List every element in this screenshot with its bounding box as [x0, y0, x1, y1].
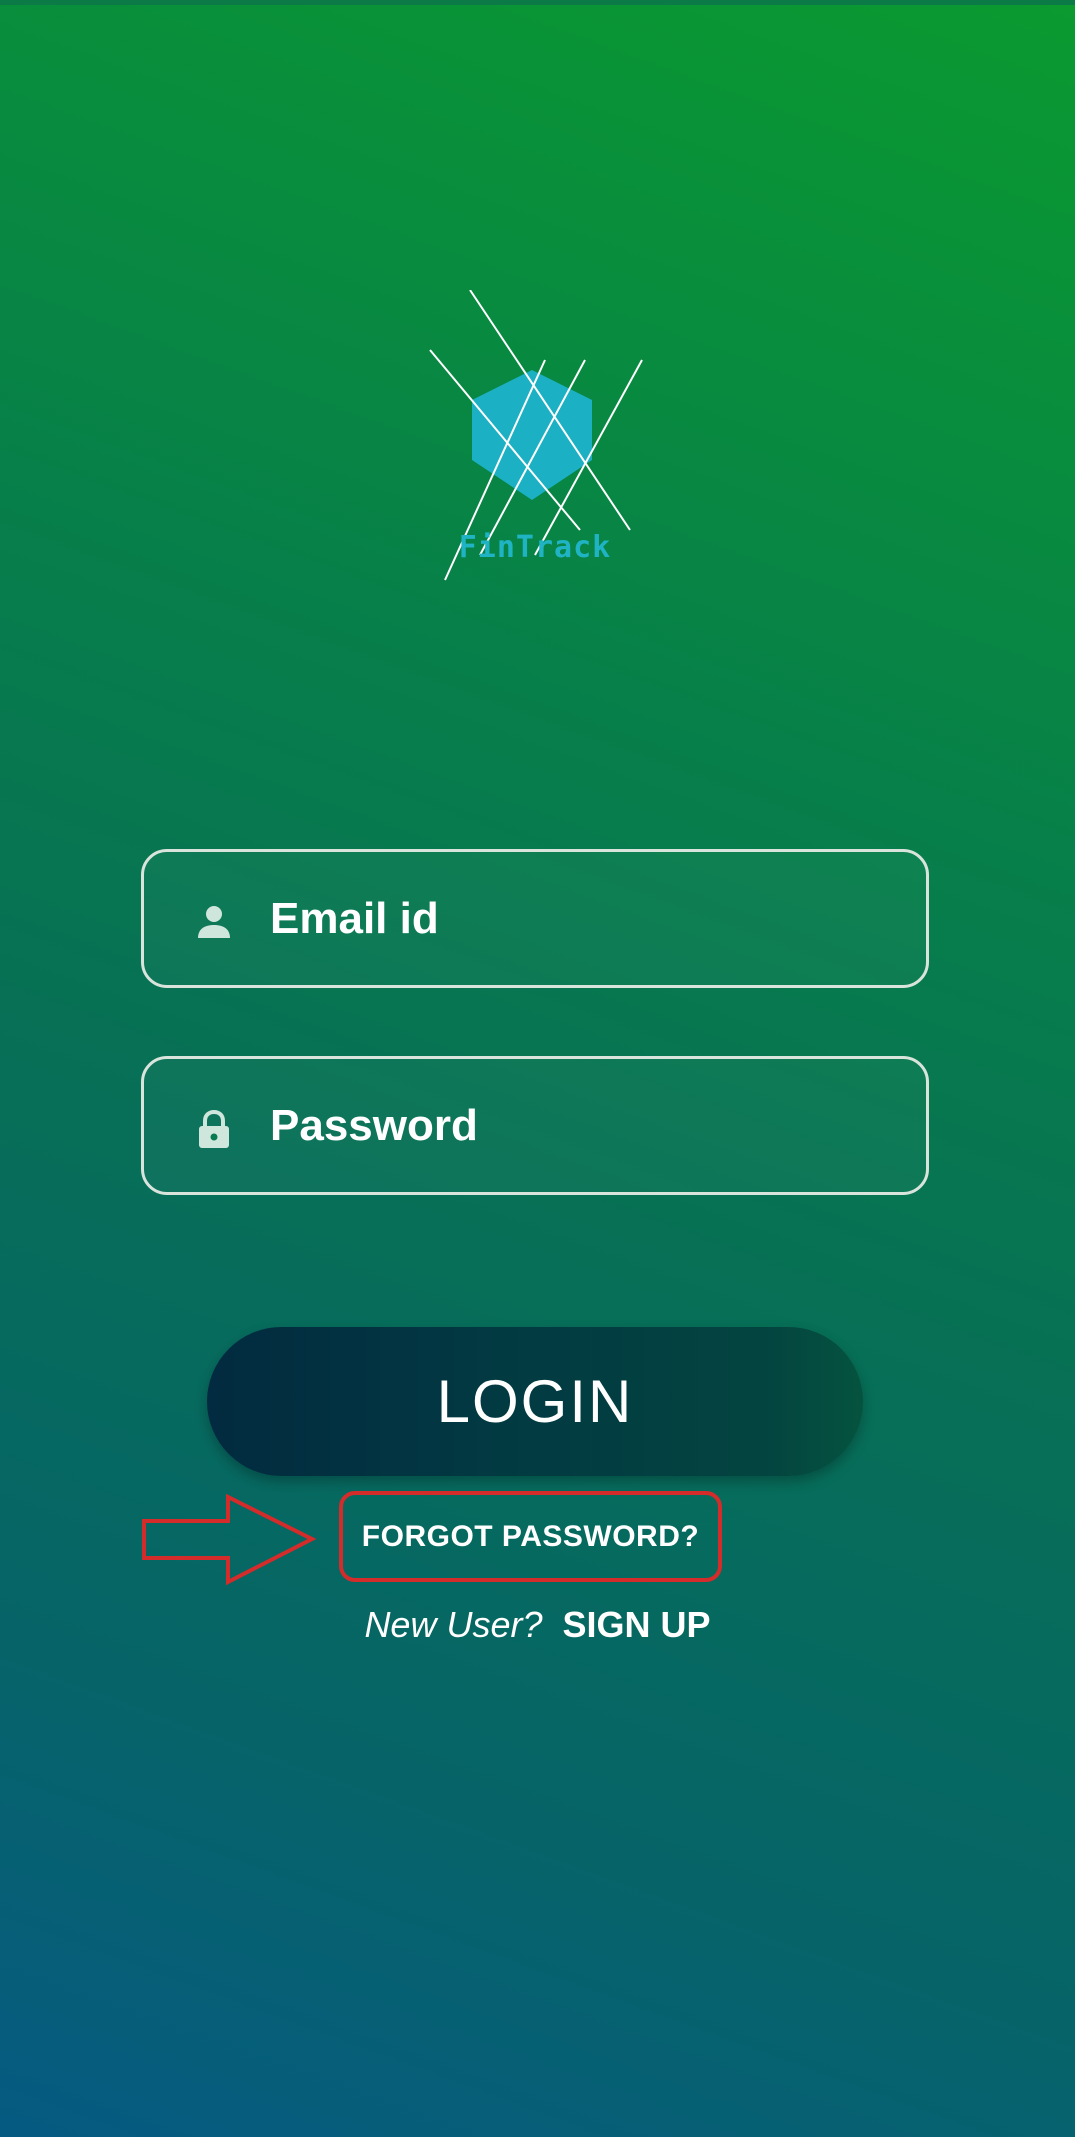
email-field-container[interactable]: [141, 849, 929, 988]
login-screen: FinTrack LOGIN FORGOT PASSWORD: [0, 0, 1075, 2137]
forgot-password-link[interactable]: FORGOT PASSWORD?: [343, 1495, 718, 1578]
right-arrow-outline-icon: [140, 1493, 320, 1586]
lock-icon: [194, 1109, 234, 1149]
login-button[interactable]: LOGIN: [207, 1327, 863, 1476]
forgot-password-highlight: FORGOT PASSWORD?: [339, 1491, 722, 1582]
password-field-container[interactable]: [141, 1056, 929, 1195]
email-input[interactable]: [270, 852, 890, 985]
person-icon: [194, 902, 234, 942]
signup-row: New User? SIGN UP: [0, 1600, 1075, 1650]
app-logo: FinTrack: [420, 290, 650, 590]
new-user-label: New User?: [364, 1604, 543, 1645]
signup-link[interactable]: SIGN UP: [563, 1604, 711, 1645]
logo-wordmark: FinTrack: [458, 530, 612, 565]
password-input[interactable]: [270, 1059, 890, 1192]
status-strip: [0, 0, 1075, 5]
